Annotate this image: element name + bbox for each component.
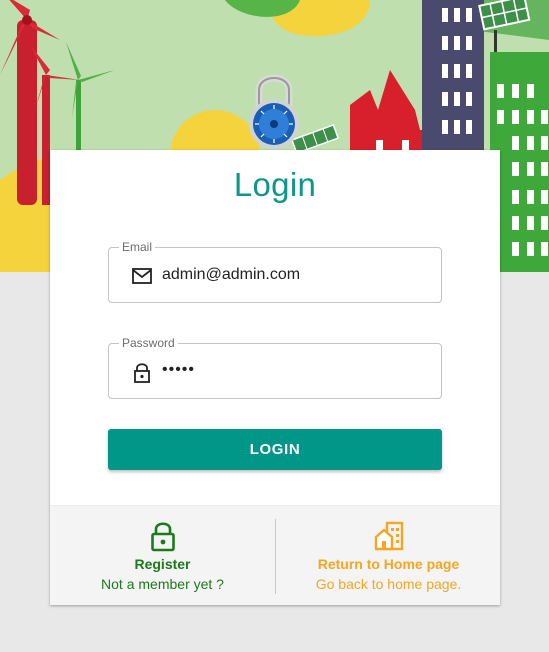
lock-icon [147,520,179,552]
home-link[interactable]: Return to Home page Go back to home page… [276,506,501,606]
page-title: Login [233,166,317,203]
email-field-label: Email [119,239,156,255]
password-input[interactable]: ••••• [162,360,195,380]
email-input[interactable]: admin@admin.com [162,265,300,285]
lock-icon [131,361,153,383]
register-subtitle: Not a member yet ? [101,576,224,592]
card-footer: Register Not a member yet ? Return to Ho… [50,505,500,605]
register-title: Register [134,556,191,572]
home-title: Return to Home page [317,556,460,572]
email-field[interactable]: Email admin@admin.com [108,239,442,303]
login-button[interactable]: LOGIN [108,429,442,470]
home-buildings-icon [373,520,405,552]
padlock-emblem-icon [246,68,302,152]
envelope-icon [131,265,153,287]
password-field[interactable]: Password ••••• [108,335,442,399]
home-subtitle: Go back to home page. [315,576,462,592]
register-link[interactable]: Register Not a member yet ? [50,506,275,606]
password-field-label: Password [119,335,178,351]
login-card: Login Email admin@admin.com Password •••… [50,150,500,605]
